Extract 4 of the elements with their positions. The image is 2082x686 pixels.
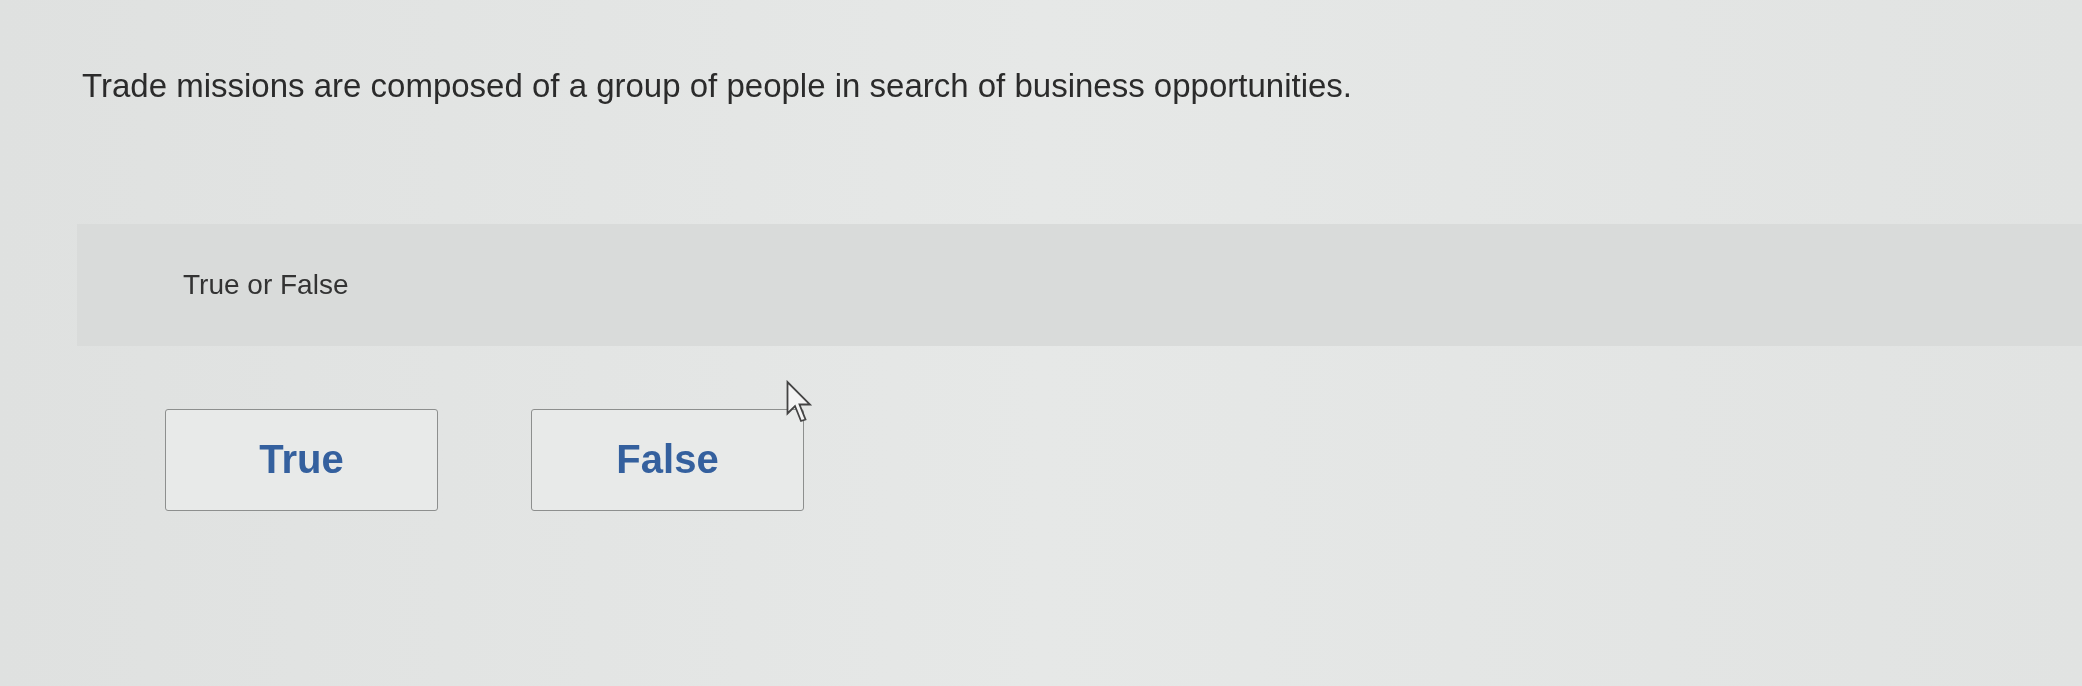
- prompt-text: True or False: [183, 268, 349, 301]
- answer-option[interactable]: True: [165, 408, 438, 511]
- answer-option[interactable]: False: [531, 408, 804, 511]
- question-text: Trade missions are composed of a group of people in search of business opportunities.: [82, 66, 1353, 106]
